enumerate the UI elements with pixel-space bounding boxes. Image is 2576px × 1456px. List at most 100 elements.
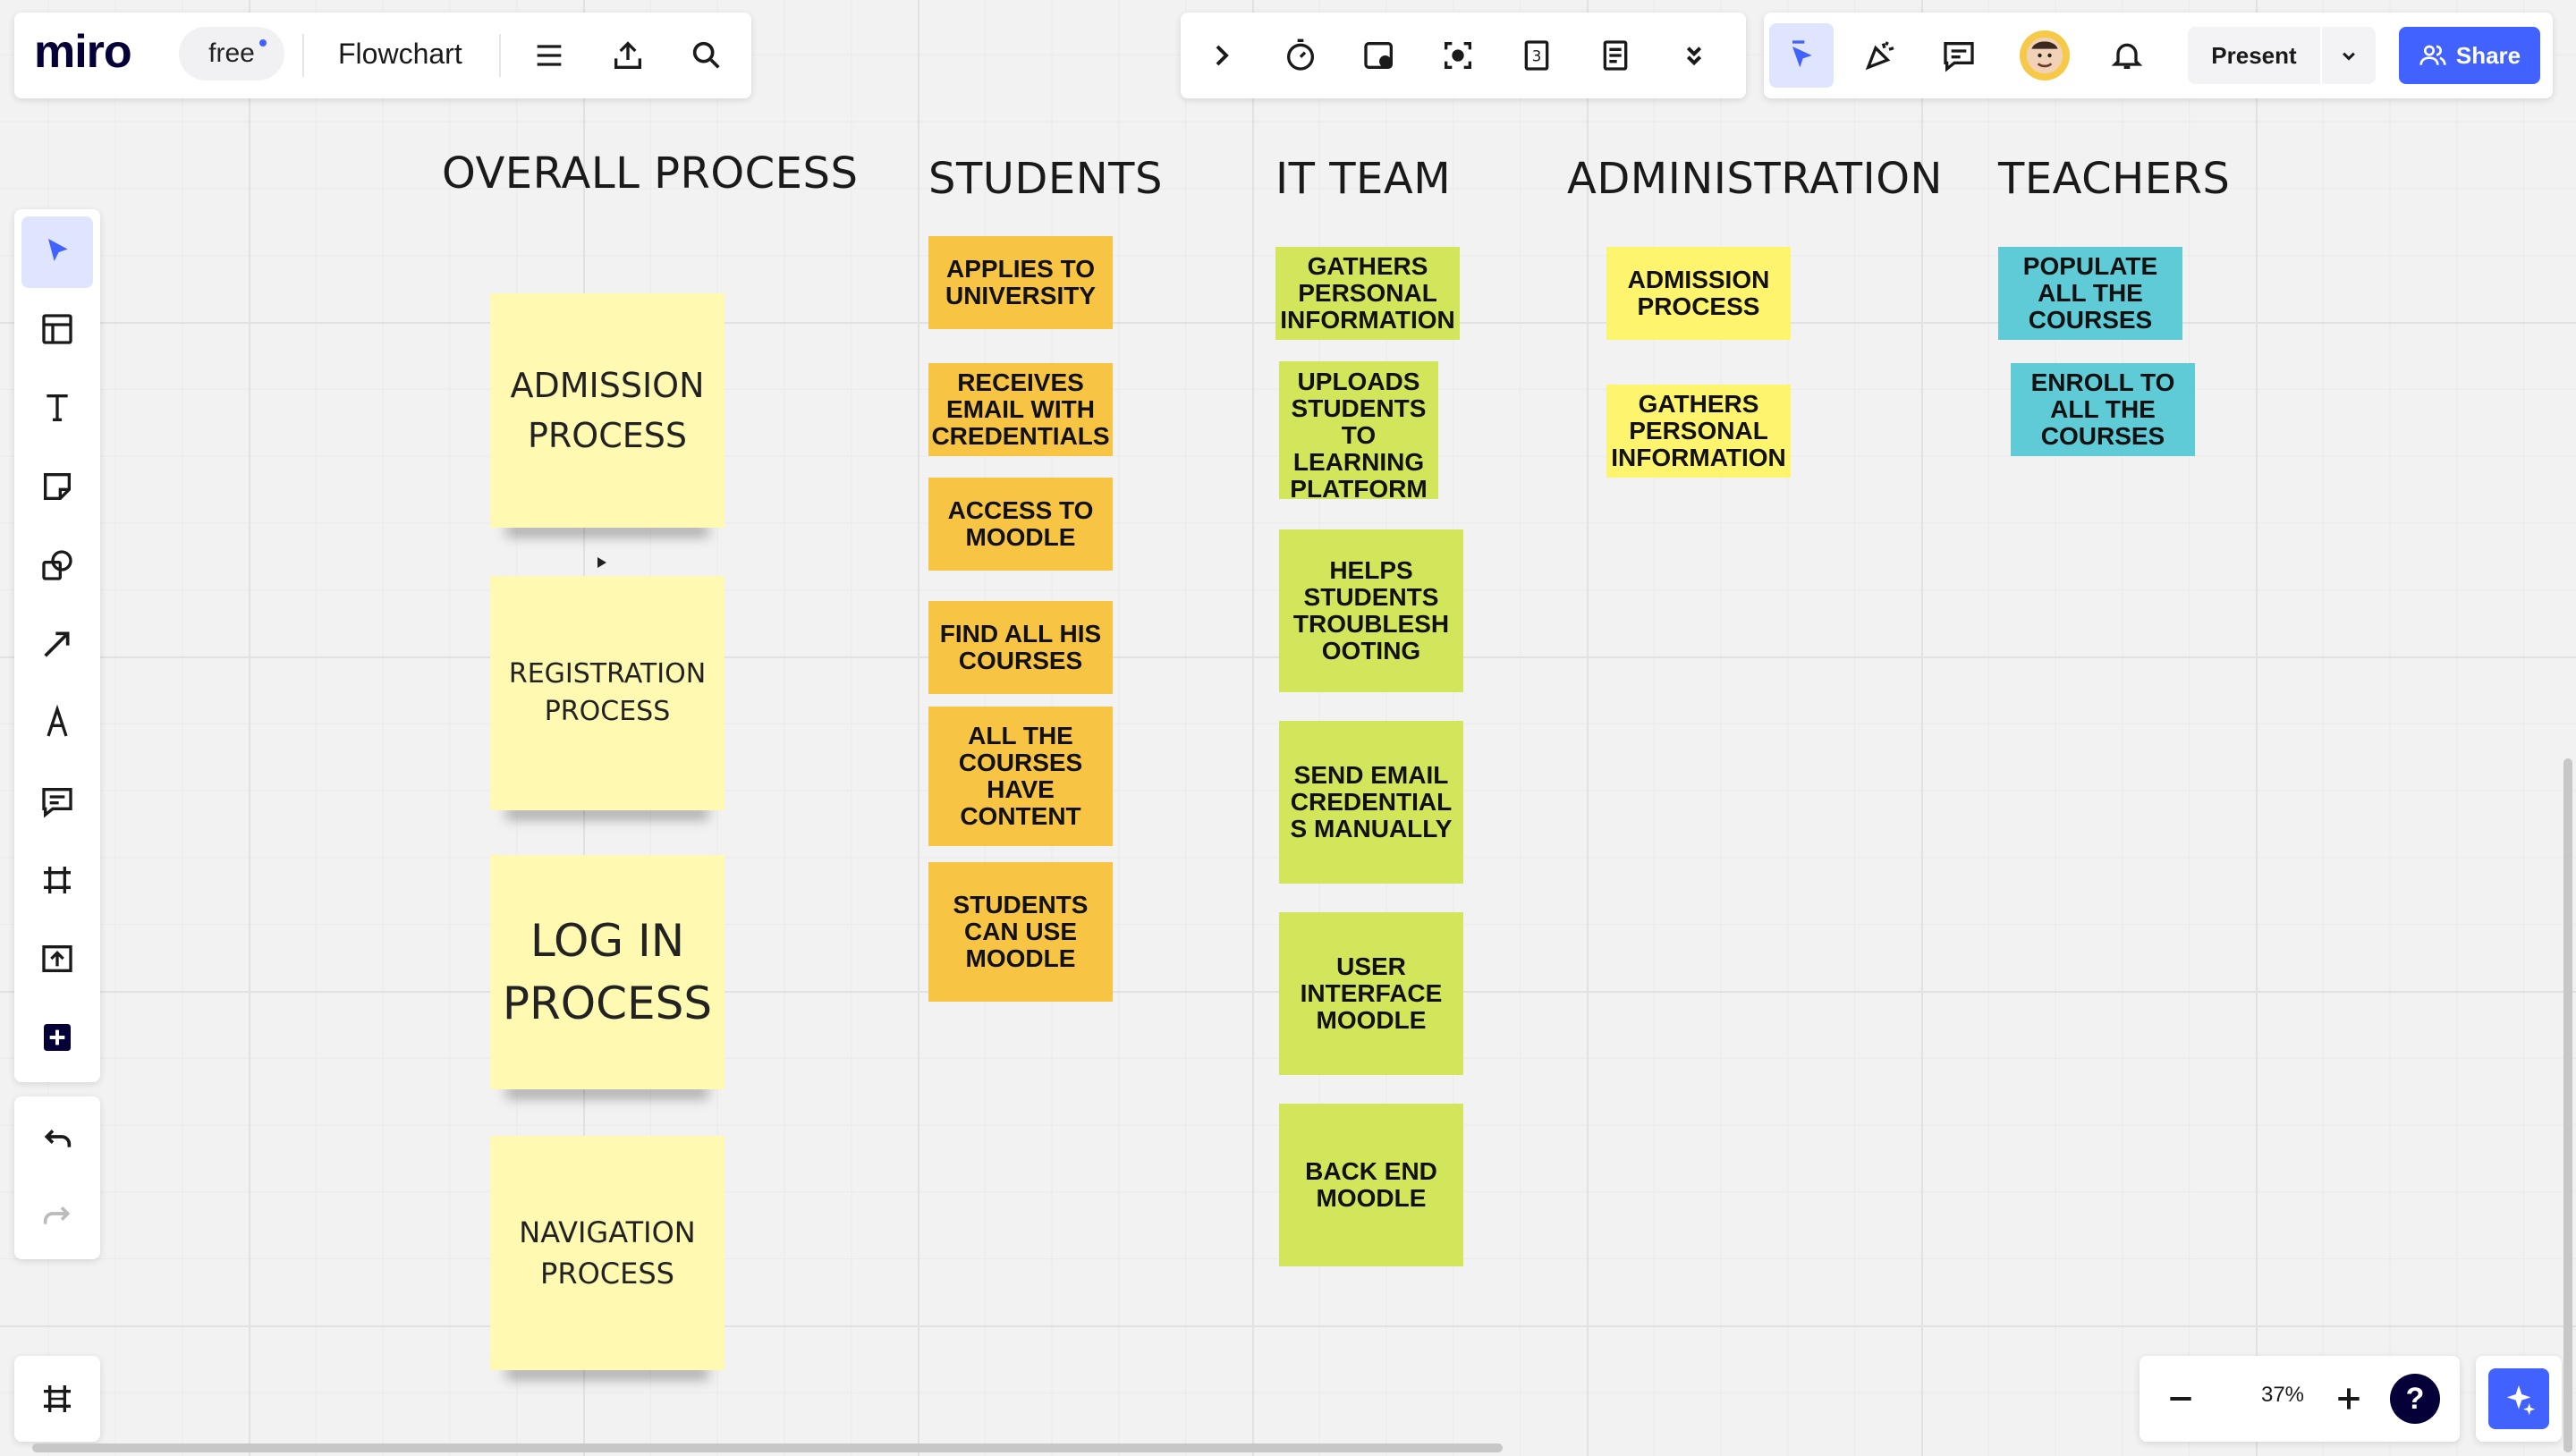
- cursor-mode-button[interactable]: [1769, 23, 1834, 88]
- ai-assist-button[interactable]: [2488, 1368, 2549, 1429]
- document-icon: [1603, 40, 1628, 71]
- upload-icon: [42, 945, 72, 972]
- more-apps-button[interactable]: [25, 1005, 89, 1070]
- sticky-note-text: STUDENTS CAN USE MOODLE: [953, 891, 1089, 972]
- users-icon: [2419, 45, 2446, 65]
- undo-button[interactable]: [25, 1109, 89, 1173]
- timer-button[interactable]: [1268, 23, 1333, 88]
- zoom-in-button[interactable]: [2317, 1367, 2381, 1431]
- svg-text:3: 3: [1532, 48, 1542, 65]
- it-team-note[interactable]: GATHERS PERSONAL INFORMATION: [1275, 247, 1460, 340]
- it-team-note[interactable]: BACK END MOODLE: [1279, 1104, 1463, 1266]
- administration-note[interactable]: ADMISSION PROCESS: [1606, 247, 1791, 340]
- student-note[interactable]: APPLIES TO UNIVERSITY: [928, 236, 1113, 329]
- overall-note-navigation[interactable]: NAVIGATION PROCESS: [490, 1136, 724, 1370]
- student-note[interactable]: ALL THE COURSES HAVE CONTENT: [928, 707, 1113, 846]
- comments-button[interactable]: [1927, 23, 1991, 88]
- column-heading-overall[interactable]: OVERALL PROCESS: [442, 148, 858, 199]
- reactions-button[interactable]: [1848, 23, 1912, 88]
- hamburger-icon: [537, 45, 562, 66]
- pen-tool[interactable]: [25, 690, 89, 755]
- notes-button[interactable]: [1583, 23, 1648, 88]
- sticky-note-text: ALL THE COURSES HAVE CONTENT: [958, 722, 1083, 830]
- it-team-note[interactable]: USER INTERFACE MOODLE: [1279, 912, 1463, 1075]
- frame-tool[interactable]: [25, 848, 89, 912]
- comment-icon: [42, 788, 72, 818]
- connection-line-tool[interactable]: [25, 612, 89, 676]
- sticky-note-text: REGISTRATION PROCESS: [508, 658, 707, 727]
- plan-badge[interactable]: free: [179, 27, 284, 80]
- sticky-note-icon: [44, 473, 71, 500]
- small-arrow-icon: [597, 557, 606, 568]
- share-button[interactable]: Share: [2399, 27, 2540, 84]
- horizontal-scrollbar[interactable]: [32, 1443, 1503, 1452]
- redo-button[interactable]: [25, 1186, 89, 1250]
- export-button[interactable]: [596, 23, 660, 88]
- board-header: miro free Flowchart: [14, 13, 751, 98]
- vertical-scrollbar[interactable]: [2563, 758, 2572, 1452]
- upload-icon: [614, 41, 641, 69]
- it-team-note[interactable]: HELPS STUDENTS TROUBLESH OOTING: [1279, 529, 1463, 692]
- column-heading-teachers[interactable]: TEACHERS: [1998, 154, 2230, 204]
- it-team-note[interactable]: UPLOADS STUDENTS TO Learning Platform Sy…: [1279, 361, 1438, 499]
- zoom-out-button[interactable]: [2148, 1367, 2213, 1431]
- menu-button[interactable]: [517, 23, 581, 88]
- undo-icon: [44, 1130, 72, 1147]
- top-right-toolbar: Present Share: [1764, 13, 2553, 98]
- upload-tool[interactable]: [25, 927, 89, 991]
- column-heading-administration[interactable]: ADMINISTRATION: [1567, 154, 1943, 204]
- card-button[interactable]: [1347, 23, 1411, 88]
- avatar-face-icon: [2026, 37, 2063, 74]
- administration-note[interactable]: GATHERS PERSONAL INFORMATION: [1606, 385, 1791, 478]
- comments-icon: [1944, 42, 1974, 72]
- sticky-note-tool[interactable]: [25, 454, 89, 519]
- sticky-note-text: APPLIES TO UNIVERSITY: [945, 255, 1097, 309]
- assistant-panel: [2476, 1356, 2562, 1442]
- frame-icon: [44, 867, 71, 893]
- select-tool[interactable]: [21, 216, 93, 288]
- redo-icon: [43, 1206, 71, 1224]
- student-note[interactable]: STUDENTS CAN USE MOODLE: [928, 862, 1113, 1002]
- column-heading-students[interactable]: STUDENTS: [928, 154, 1163, 204]
- expand-toolbar-button[interactable]: [1190, 23, 1254, 88]
- double-chevron-down-icon: [1686, 47, 1702, 66]
- voting-button[interactable]: 3: [1504, 23, 1569, 88]
- sticky-note-text: USER INTERFACE MOODLE: [1300, 952, 1443, 1034]
- sticky-note-text: LOG IN PROCESS: [502, 915, 713, 1029]
- card-icon: [1364, 42, 1393, 69]
- user-avatar[interactable]: [2020, 30, 2070, 80]
- focus-button[interactable]: [1426, 23, 1490, 88]
- shapes-tool[interactable]: [25, 533, 89, 597]
- column-heading-it-team[interactable]: IT TEAM: [1275, 154, 1451, 204]
- overall-note-login[interactable]: LOG IN PROCESS: [490, 855, 724, 1089]
- numbered-card-icon: 3: [1524, 40, 1549, 71]
- student-note[interactable]: FIND ALL HIS COURSES: [928, 601, 1113, 694]
- present-options-button[interactable]: [2322, 27, 2376, 84]
- divider: [302, 34, 304, 77]
- student-note[interactable]: ACCESS TO MOODLE: [928, 478, 1113, 571]
- templates-tool[interactable]: [25, 297, 89, 361]
- present-button[interactable]: Present: [2188, 27, 2320, 84]
- it-team-note[interactable]: SEND EMAIL CREDENTIAL S MANUALLY: [1279, 721, 1463, 884]
- pen-icon: [47, 705, 68, 737]
- help-button[interactable]: ?: [2390, 1374, 2440, 1424]
- more-tools-button[interactable]: [1662, 23, 1726, 88]
- chevron-right-icon: [1216, 45, 1229, 66]
- board-title[interactable]: Flowchart: [338, 38, 462, 71]
- frames-button[interactable]: [25, 1367, 89, 1431]
- sticky-note-text: RECEIVES EMAIL WITH CREDENTIALS: [931, 368, 1110, 450]
- frames-icon: [44, 1385, 71, 1412]
- miro-logo[interactable]: miro: [34, 25, 132, 79]
- overall-note-registration[interactable]: REGISTRATION PROCESS: [490, 576, 724, 810]
- overall-note-admission[interactable]: ADMISSION PROCESS: [490, 293, 724, 528]
- teacher-note[interactable]: ENROLL TO ALL THE COURSES: [2011, 363, 2195, 456]
- text-tool[interactable]: [25, 376, 89, 440]
- comment-tool[interactable]: [25, 769, 89, 834]
- search-button[interactable]: [674, 23, 739, 88]
- student-note[interactable]: RECEIVES EMAIL WITH CREDENTIALS: [928, 363, 1113, 456]
- zoom-level[interactable]: 37%: [2238, 1383, 2327, 1408]
- share-label: Share: [2455, 41, 2521, 69]
- teacher-note[interactable]: POPULATE ALL THE COURSES: [1998, 247, 2182, 340]
- bell-icon: [2111, 43, 2143, 69]
- notifications-button[interactable]: [2095, 23, 2159, 88]
